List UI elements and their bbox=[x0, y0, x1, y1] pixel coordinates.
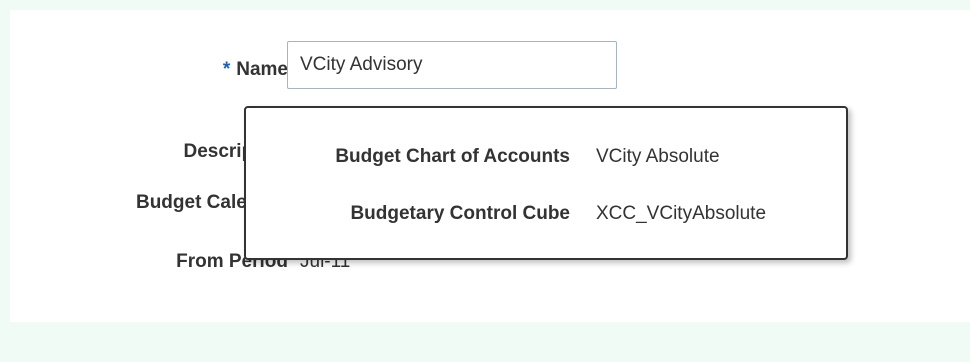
budgetary-control-cube-label: Budgetary Control Cube bbox=[350, 203, 570, 224]
name-label-text: Name bbox=[236, 59, 288, 80]
budget-chart-of-accounts-label: Budget Chart of Accounts bbox=[335, 146, 570, 167]
required-marker: * bbox=[222, 59, 231, 80]
budget-chart-of-accounts-value: VCity Absolute bbox=[596, 146, 720, 167]
budgetary-control-cube-value: XCC_VCityAbsolute bbox=[596, 203, 767, 224]
details-popup: Budget Chart of Accounts VCity Absolute … bbox=[244, 106, 848, 260]
name-input[interactable] bbox=[287, 41, 617, 89]
name-label: * Name bbox=[223, 59, 288, 81]
